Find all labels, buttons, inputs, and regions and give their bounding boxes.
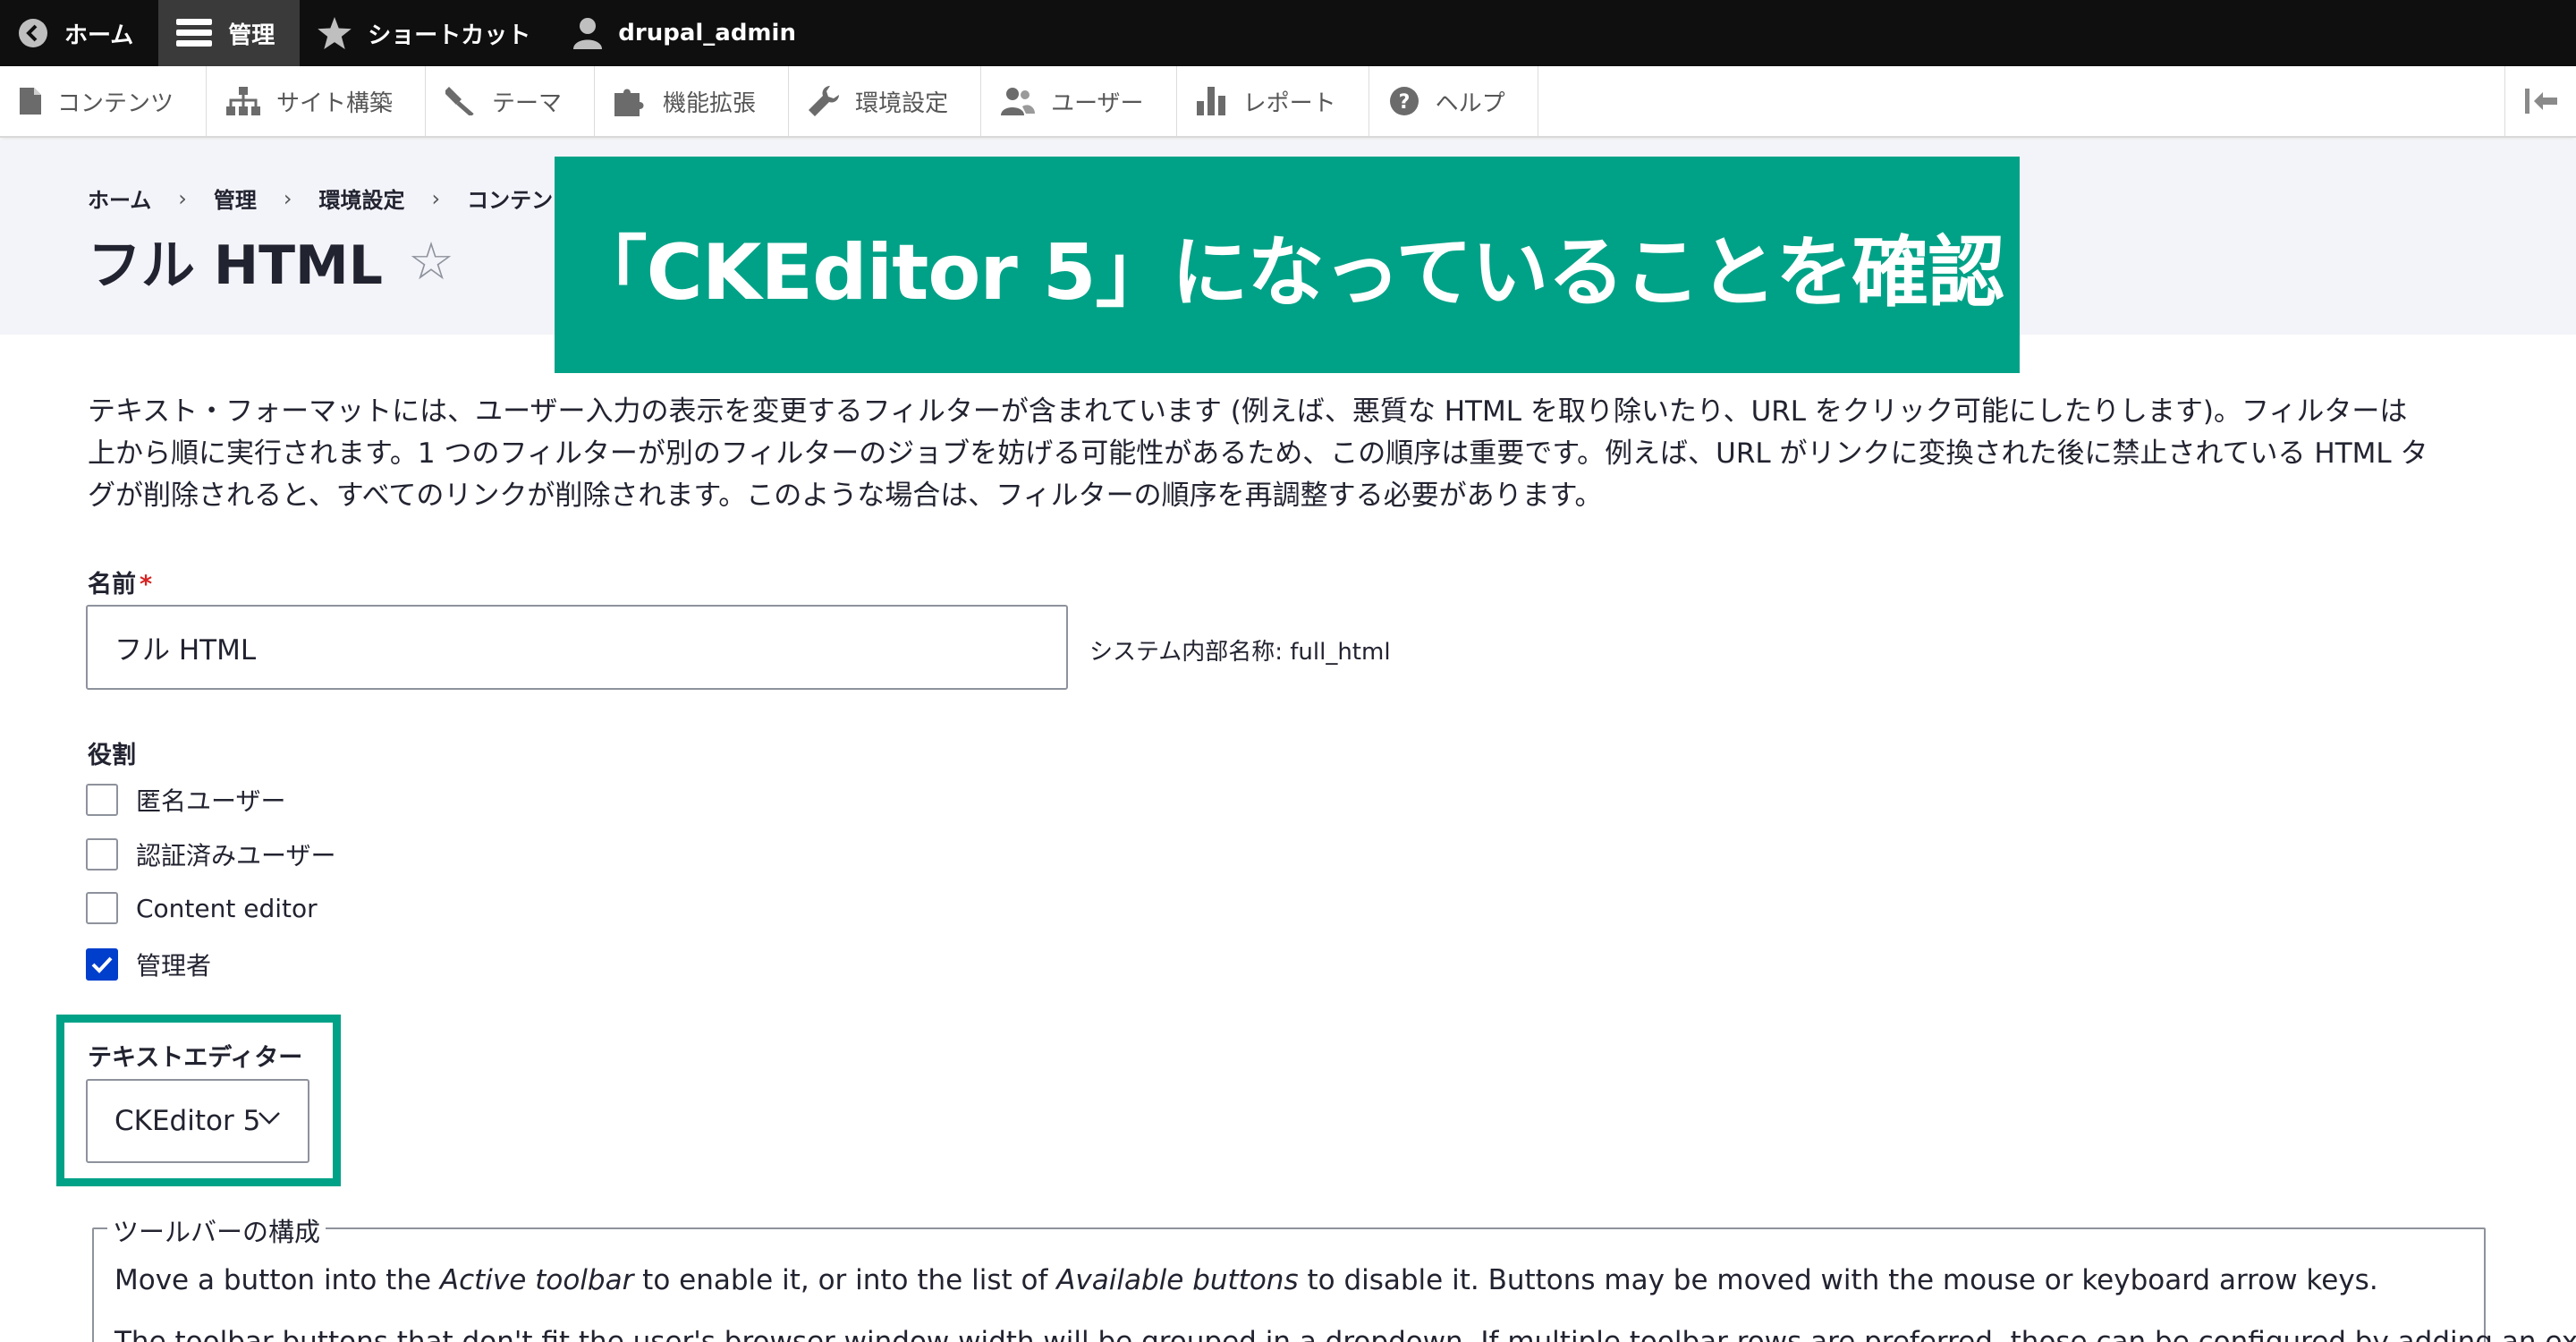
checkmark-icon: [91, 956, 113, 973]
document-icon: [20, 88, 41, 115]
help-text-part: to disable it. Buttons may be moved with…: [1298, 1264, 2378, 1296]
page-title-row: フル HTML ☆: [88, 222, 454, 300]
editor-label: テキストエディター: [88, 1044, 303, 1072]
admin-tray: コンテンツ サイト構築 テーマ 機能拡張 環境設定 ユーザー レポート ? ヘル…: [0, 66, 2576, 138]
active-toolbar-term: Active toolbar: [439, 1264, 634, 1296]
role-checkbox-label: 認証済みユーザー: [136, 841, 336, 871]
tray-item-label: サイト構築: [276, 89, 394, 117]
editor-select[interactable]: CKEditor 5: [86, 1079, 309, 1163]
role-checkbox-authenticated[interactable]: [86, 838, 118, 871]
toolbar-shortcuts-tab[interactable]: ショートカット: [300, 0, 555, 66]
sitemap-icon: [226, 87, 261, 115]
breadcrumb-link-config[interactable]: 環境設定: [319, 183, 405, 214]
puzzle-icon: [614, 89, 644, 116]
toolbar-home-link[interactable]: ホーム: [0, 0, 158, 66]
toolbar-user-tab[interactable]: drupal_admin: [555, 0, 821, 66]
tray-item-label: コンテンツ: [57, 89, 174, 117]
collapse-arrow-icon: [2524, 89, 2557, 114]
name-input[interactable]: フル HTML: [86, 605, 1068, 690]
role-checkbox-row[interactable]: Content editor: [86, 892, 318, 924]
toolbar-user-label: drupal_admin: [618, 20, 796, 47]
breadcrumb-separator: ›: [178, 185, 187, 211]
help-text-part: to enable it, or into the list of: [633, 1264, 1057, 1296]
tray-item-label: 機能拡張: [663, 89, 757, 117]
toolbar-config-help-line2: The toolbar buttons that don't fit the u…: [114, 1326, 2576, 1342]
tray-item-structure[interactable]: サイト構築: [207, 66, 427, 136]
breadcrumb-link-home[interactable]: ホーム: [88, 183, 151, 214]
tray-item-content[interactable]: コンテンツ: [0, 66, 208, 136]
user-icon: [573, 18, 603, 49]
role-checkbox-row[interactable]: 匿名ユーザー: [86, 782, 285, 818]
toolbar-manage-tab[interactable]: 管理: [158, 0, 301, 66]
breadcrumb-separator: ›: [283, 185, 292, 211]
breadcrumb: ホーム › 管理 › 環境設定 › コンテン: [88, 183, 553, 214]
tray-item-help[interactable]: ? ヘルプ: [1369, 66, 1538, 136]
role-checkbox-label: 匿名ユーザー: [136, 786, 286, 816]
tray-item-label: ヘルプ: [1435, 89, 1505, 117]
machine-name-text: システム内部名称: full_html: [1089, 639, 1391, 666]
admin-toolbar: ホーム 管理 ショートカット drupal_admin: [0, 0, 2576, 66]
tray-item-reports[interactable]: レポート: [1177, 66, 1369, 136]
toolbar-home-label: ホーム: [64, 21, 134, 49]
role-checkbox-administrator[interactable]: [86, 948, 118, 981]
role-checkbox-label: 管理者: [136, 951, 212, 981]
toolbar-shortcuts-label: ショートカット: [368, 21, 531, 49]
role-checkbox-row[interactable]: 認証済みユーザー: [86, 837, 335, 872]
wrench-icon: [809, 86, 840, 116]
breadcrumb-link-admin[interactable]: 管理: [214, 183, 257, 214]
paint-roller-icon: [445, 87, 474, 115]
help-icon: ?: [1389, 87, 1419, 115]
tray-item-label: テーマ: [492, 89, 563, 117]
tray-orientation-toggle[interactable]: [2504, 66, 2576, 136]
toolbar-manage-label: 管理: [228, 21, 275, 49]
role-checkbox-content-editor[interactable]: [86, 892, 118, 924]
svg-text:?: ?: [1398, 91, 1410, 114]
toolbar-config-help: Move a button into the Active toolbar to…: [114, 1264, 2378, 1296]
description-line: テキスト・フォーマットには、ユーザー入力の表示を変更するフィルターが含まれていま…: [88, 395, 2408, 428]
name-field-label: 名前 *: [88, 565, 152, 599]
available-buttons-term: Available buttons: [1056, 1264, 1299, 1296]
help-text-part: Move a button into the: [114, 1264, 440, 1296]
roles-label: 役割: [88, 742, 136, 769]
tray-item-appearance[interactable]: テーマ: [426, 66, 596, 136]
shortcut-star-icon[interactable]: ☆: [408, 231, 454, 292]
role-checkbox-row[interactable]: 管理者: [86, 947, 211, 982]
role-checkbox-label: Content editor: [136, 893, 318, 923]
description-line: 上から順に実行されます。1 つのフィルターが別のフィルターのジョブを妨げる可能性…: [88, 437, 2428, 470]
tray-item-extend[interactable]: 機能拡張: [595, 66, 790, 136]
annotation-banner-text: 「CKEditor 5」になっていることを確認: [570, 227, 2005, 318]
tray-item-config[interactable]: 環境設定: [789, 66, 982, 136]
tray-item-label: レポート: [1242, 89, 1336, 117]
bar-chart-icon: [1196, 87, 1225, 115]
tray-item-label: 環境設定: [855, 89, 949, 117]
breadcrumb-link-content[interactable]: コンテン: [467, 183, 553, 214]
hamburger-icon: [176, 19, 213, 47]
page-title: フル HTML: [88, 234, 383, 297]
required-marker: *: [140, 571, 153, 599]
editor-select-value: CKEditor 5: [114, 1105, 261, 1137]
annotation-banner: 「CKEditor 5」になっていることを確認: [555, 157, 2020, 373]
toolbar-config-legend: ツールバーの構成: [107, 1211, 326, 1249]
tray-item-label: ユーザー: [1051, 89, 1144, 117]
breadcrumb-separator: ›: [431, 185, 441, 211]
role-checkbox-anonymous[interactable]: [86, 784, 118, 816]
tray-item-people[interactable]: ユーザー: [981, 66, 1177, 136]
format-description: テキスト・フォーマットには、ユーザー入力の表示を変更するフィルターが含まれていま…: [88, 391, 2503, 517]
name-label-text: 名前: [88, 571, 136, 599]
chevron-down-icon: [258, 1112, 280, 1125]
description-line: グが削除されると、すべてのリンクが削除されます。このような場合は、フィルターの順…: [88, 480, 1603, 512]
back-arrow-icon: [19, 19, 47, 47]
name-input-value: フル HTML: [114, 634, 257, 667]
people-icon: [1001, 88, 1036, 115]
star-icon: [318, 17, 352, 49]
